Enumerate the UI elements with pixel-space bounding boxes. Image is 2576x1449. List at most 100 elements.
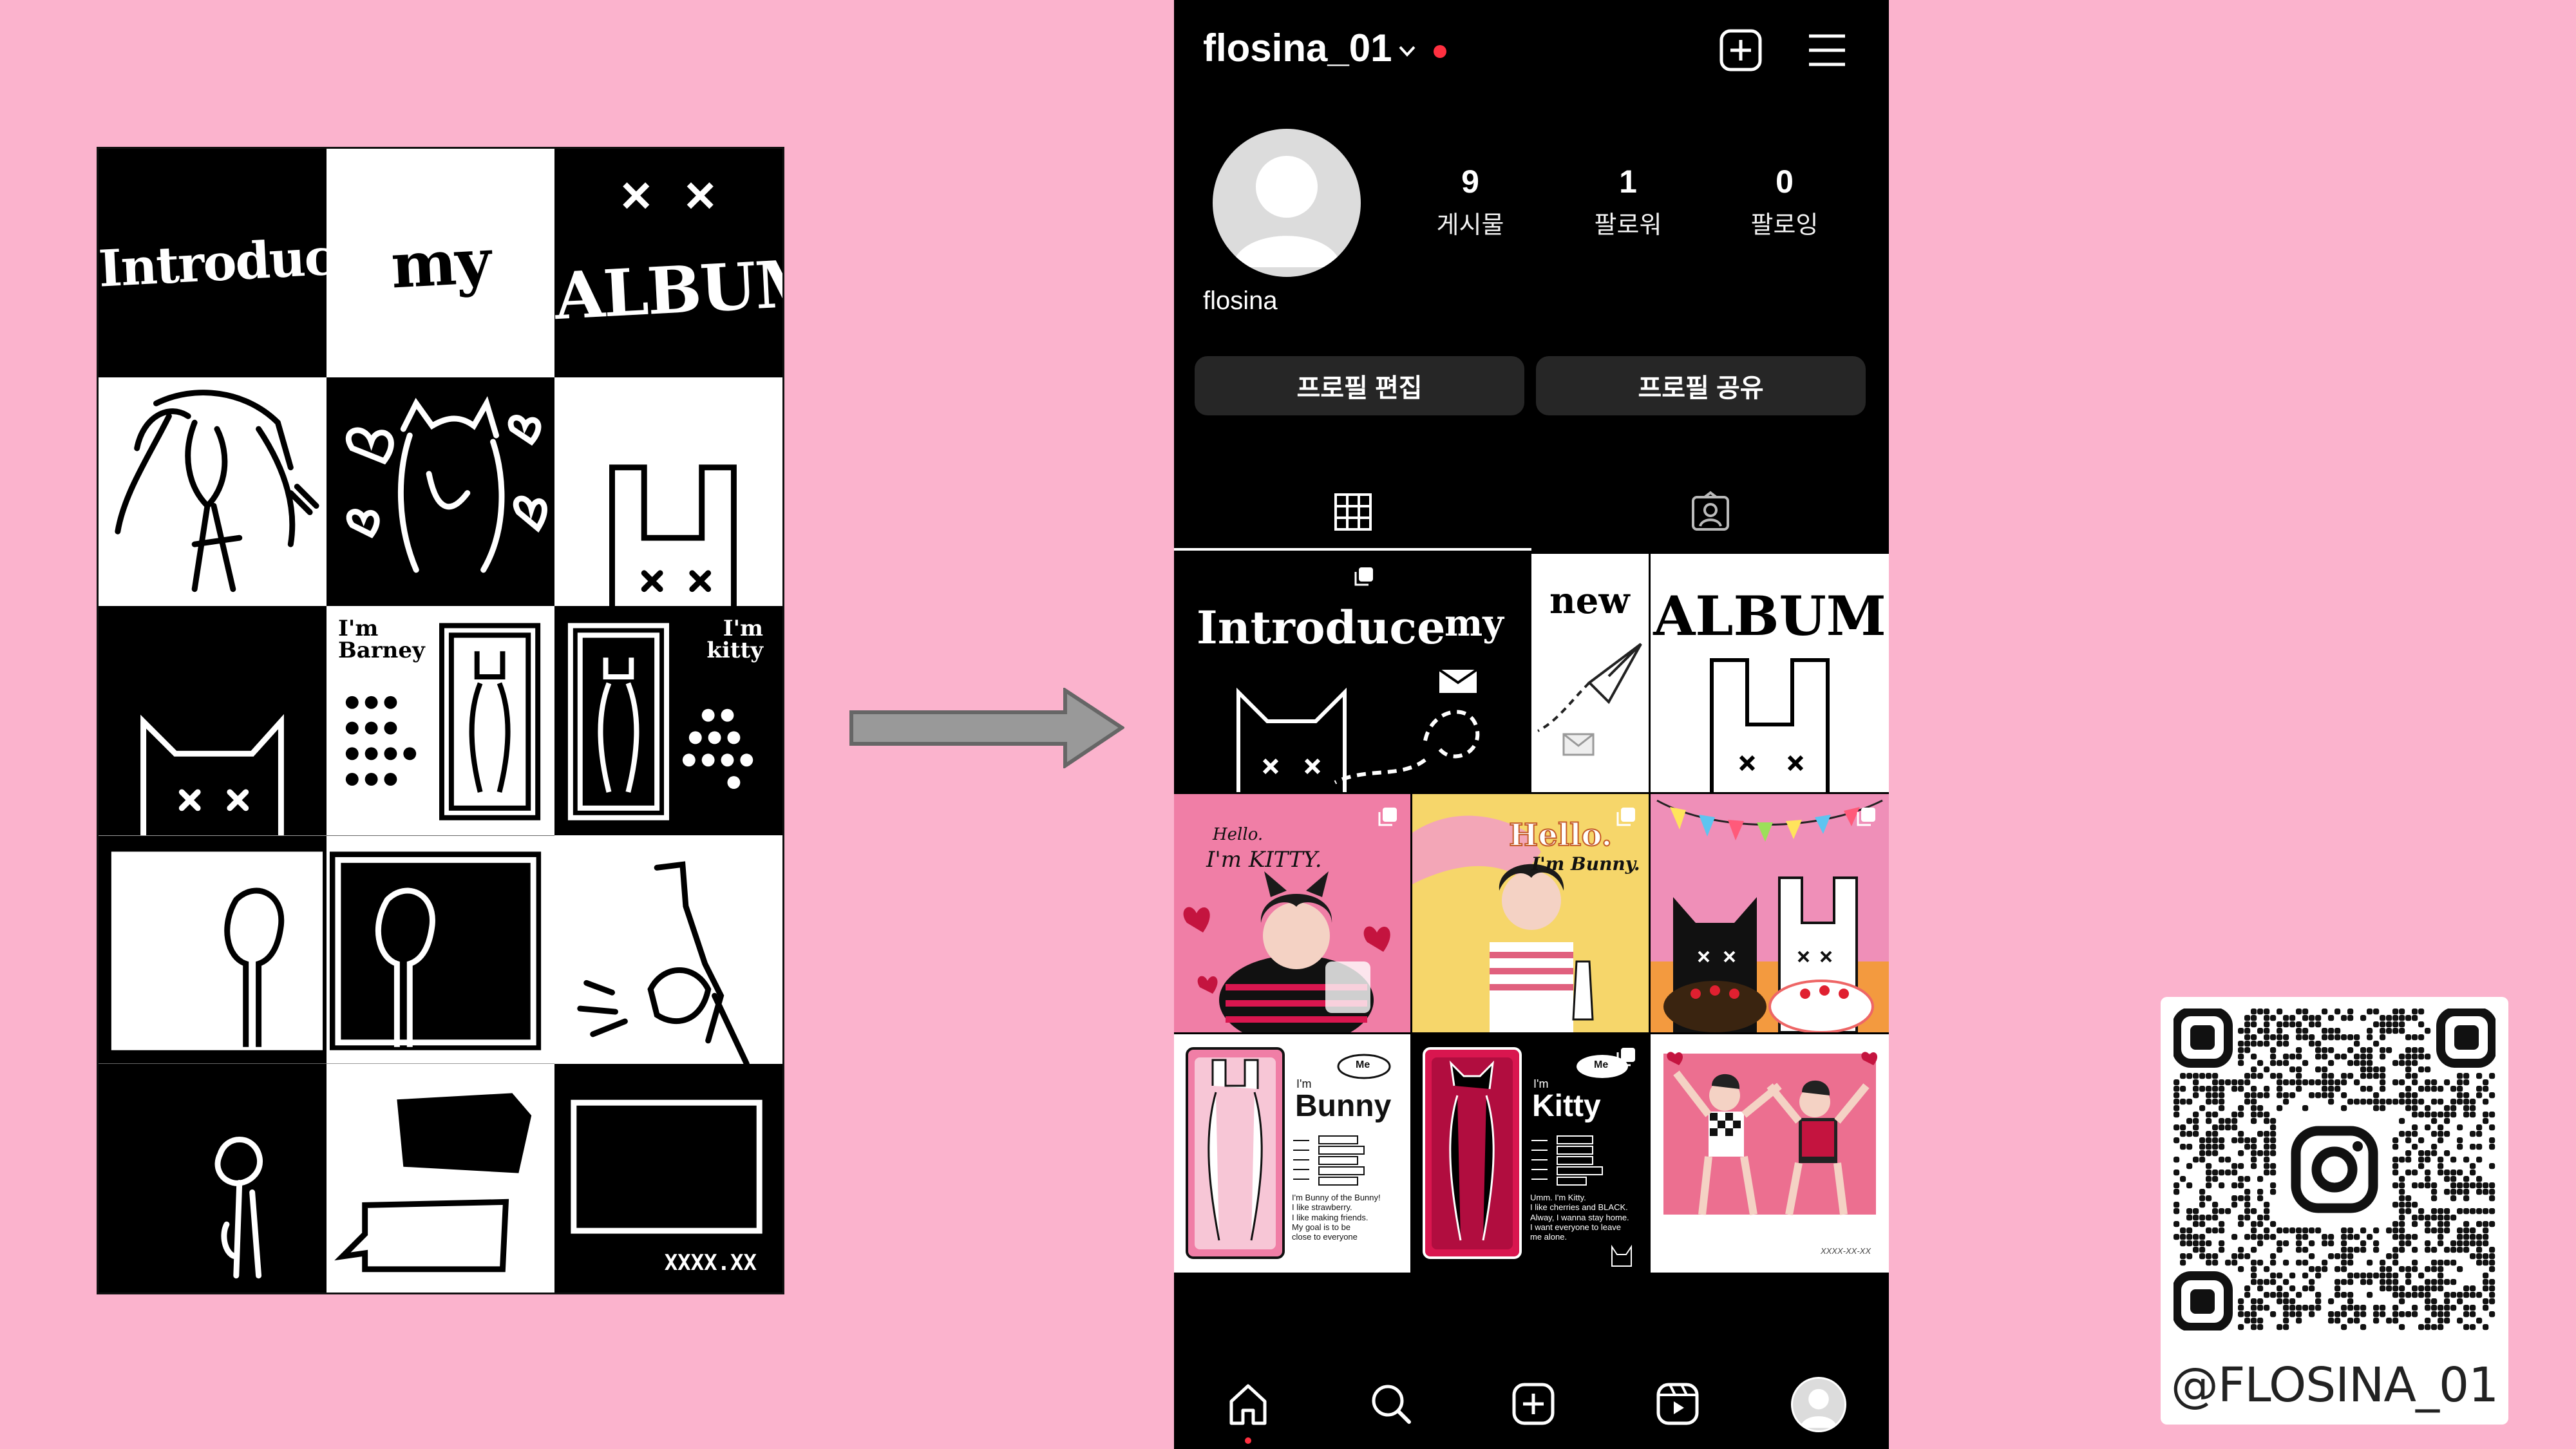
nav-reels[interactable] [1652,1378,1703,1430]
qr-module [2231,1118,2238,1124]
qr-module [2277,1034,2283,1041]
create-post-button[interactable] [1716,26,1765,75]
post-new[interactable]: new [1531,554,1649,792]
qr-module [2219,1144,2225,1150]
qr-module [2457,1292,2463,1298]
share-profile-button[interactable]: 프로필 공유 [1536,356,1866,415]
qr-module [2251,1221,2257,1227]
qr-module [2360,1066,2367,1073]
bunny-hello-text: Hello. [1508,817,1613,853]
edit-profile-button[interactable]: 프로필 편집 [1195,356,1524,415]
qr-module [2457,1086,2463,1092]
qr-module [2412,1092,2418,1099]
tab-tagged[interactable] [1531,473,1889,551]
sketch-cell-frame-right [327,835,554,1064]
stat-posts[interactable]: 9 게시물 [1406,164,1535,240]
qr-module [2380,1285,2386,1292]
qr-module [2251,1247,2257,1253]
nav-search[interactable] [1365,1378,1417,1430]
qr-module [2277,1285,2283,1292]
qr-module [2463,1292,2470,1298]
qr-module [2444,1189,2450,1195]
post-happy-birthday[interactable] [1651,794,1889,1032]
post-kitty-card[interactable]: I'm Kitty Me Umm. I'm Kitty. I like cher… [1412,1034,1649,1273]
stat-following[interactable]: 0 팔로잉 [1720,164,1849,240]
tab-posts-grid[interactable] [1174,473,1531,551]
qr-module [2444,1279,2450,1285]
qr-module [2270,1292,2277,1298]
qr-module [2386,1227,2392,1234]
profile-avatar[interactable] [1213,129,1361,277]
qr-module [2483,1298,2489,1305]
qr-module [2347,1073,2354,1079]
qr-module [2347,1234,2354,1240]
post-introduce-my[interactable]: Introduce my [1174,554,1530,792]
qr-module [2412,1170,2418,1176]
chevron-down-icon[interactable] [1396,40,1418,62]
nav-profile-avatar[interactable] [1791,1377,1846,1432]
qr-module [2476,1292,2483,1298]
qr-module [2392,1028,2399,1034]
qr-module [2334,1292,2341,1298]
qr-module [2489,1112,2496,1118]
qr-module [2244,1015,2251,1021]
qr-module [2392,1099,2399,1105]
qr-module [2354,1311,2360,1318]
qr-module [2186,1253,2193,1260]
qr-module [2328,1015,2334,1021]
post-bunny-card[interactable]: I'm Bunny Me I'm Bunny of the Bunny! I l… [1174,1034,1410,1273]
qr-module [2225,1124,2231,1131]
qr-module [2392,1292,2399,1298]
nav-home[interactable] [1222,1378,1274,1430]
qr-module [2212,1086,2219,1092]
qr-module [2392,1311,2399,1318]
qr-module [2354,1305,2360,1311]
post-hello-kitty[interactable]: Hello. I'm KITTY. [1174,794,1410,1032]
qr-module [2302,1105,2309,1112]
stat-followers[interactable]: 1 팔로워 [1564,164,1692,240]
qr-module [2412,1054,2418,1060]
qr-module [2386,1318,2392,1324]
qr-module [2483,1253,2489,1260]
qr-module [2463,1324,2470,1331]
qr-module [2457,1318,2463,1324]
qr-module [2450,1247,2457,1253]
qr-module [2431,1266,2438,1273]
qr-module [2438,1208,2444,1215]
nav-create[interactable] [1508,1378,1559,1430]
qr-module [2334,1086,2341,1092]
qr-module [2457,1240,2463,1247]
qr-module [2309,1021,2315,1028]
qr-module [2405,1099,2412,1105]
username-switcher[interactable]: flosina_01 [1203,26,1392,70]
qr-module [2206,1144,2212,1150]
qr-module [2180,1086,2186,1092]
qr-module [2450,1292,2457,1298]
post-photo-pair[interactable]: XXXX-XX-XX [1651,1034,1889,1273]
qr-module [2270,1054,2277,1060]
qr-module [2174,1170,2180,1176]
qr-module [2405,1066,2412,1073]
qr-module [2199,1073,2206,1079]
qr-module [2483,1086,2489,1092]
qr-module [2212,1124,2219,1131]
qr-module [2425,1079,2431,1086]
speech-bubbles-sketch-icon [334,1093,532,1273]
qr-module [2483,1285,2489,1292]
qr-module [2360,1305,2367,1311]
sketch-cell-speech-bubbles [327,1063,554,1293]
qr-module [2277,1298,2283,1305]
qr-module [2244,1292,2251,1298]
cat-head-sketch-icon [140,714,284,835]
post-album[interactable]: ALBUM [1651,554,1889,792]
post-hello-bunny[interactable]: Hello. I'm Bunny. [1412,794,1649,1032]
qr-module [2405,1047,2412,1054]
qr-module [2193,1118,2199,1124]
qr-module [2386,1253,2392,1260]
qr-module [2322,1047,2328,1054]
qr-module [2489,1124,2496,1131]
qr-module [2405,1240,2412,1247]
menu-button[interactable] [1803,26,1852,75]
qr-module [2489,1247,2496,1253]
qr-module [2193,1112,2199,1118]
